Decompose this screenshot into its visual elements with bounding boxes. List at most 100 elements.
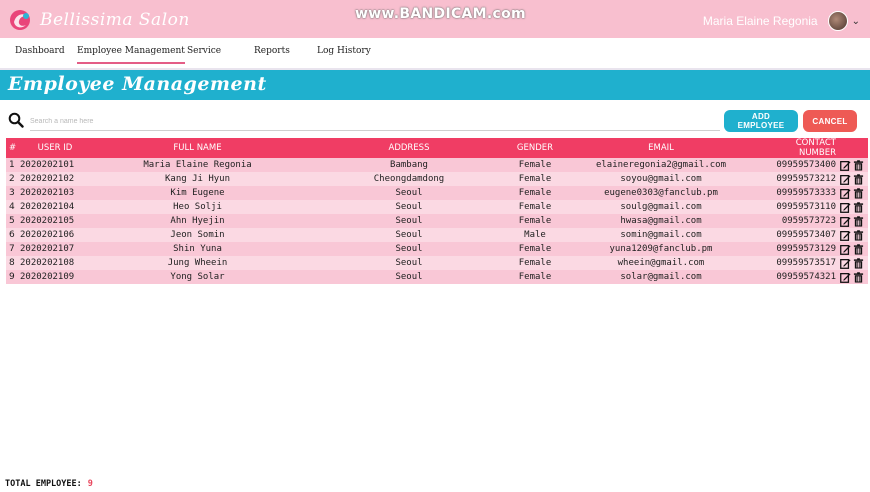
trash-icon[interactable] <box>853 229 864 241</box>
column-header-user-id: USER ID <box>37 143 73 153</box>
cell-user-id: 2020202101 <box>20 160 75 170</box>
search-bar <box>8 110 720 132</box>
search-icon <box>8 112 24 128</box>
top-bar: Bellissima Salon www.BANDICAM.com Maria … <box>0 0 870 38</box>
cell-address: Cheongdamdong <box>373 174 445 184</box>
cell-address: Seoul <box>395 272 423 282</box>
row-actions <box>838 186 868 200</box>
cell-full-name: Yong Solar <box>170 272 225 282</box>
cell-contact: 09959573110 <box>776 202 836 212</box>
column-header-actions <box>838 138 868 158</box>
cell-gender: Female <box>518 216 552 226</box>
edit-icon[interactable] <box>840 160 851 171</box>
employee-table: # USER ID FULL NAME ADDRESS GENDER EMAIL… <box>6 138 868 284</box>
cell-contact: 09959573407 <box>776 230 836 240</box>
cell-num: 3 <box>9 188 15 198</box>
table-row[interactable]: 3 2020202103 Kim Eugene Seoul Female eugene03… <box>6 186 868 200</box>
cell-email: soyou@gmail.com <box>620 174 702 184</box>
trash-icon[interactable] <box>853 243 864 255</box>
trash-icon[interactable] <box>853 271 864 283</box>
trash-icon[interactable] <box>853 187 864 199</box>
cell-full-name: Jeon Somin <box>170 230 225 240</box>
row-actions <box>838 270 868 284</box>
table-row[interactable]: 7 2020202107 Shin Yuna Seoul Female yuna1209@… <box>6 242 868 256</box>
edit-icon[interactable] <box>840 202 851 213</box>
row-actions <box>838 214 868 228</box>
tab-log-history[interactable]: Log History <box>317 46 371 56</box>
cancel-button[interactable]: CANCEL <box>803 110 857 132</box>
tab-reports[interactable]: Reports <box>254 46 290 56</box>
tab-service[interactable]: Service <box>187 46 221 56</box>
column-header-full-name: FULL NAME <box>173 143 222 153</box>
add-employee-button[interactable]: ADD EMPLOYEE <box>724 110 798 132</box>
row-actions <box>838 242 868 256</box>
cell-gender: Female <box>518 160 552 170</box>
cell-contact: 09959574321 <box>776 272 836 282</box>
trash-icon[interactable] <box>853 215 864 227</box>
cell-user-id: 2020202105 <box>20 216 75 226</box>
avatar[interactable] <box>827 11 848 31</box>
table-row[interactable]: 5 2020202105 Ahn Hyejin Seoul Female hwasa@gm… <box>6 214 868 228</box>
cell-gender: Female <box>518 244 552 254</box>
total-employee-label: TOTAL EMPLOYEE: <box>5 479 82 489</box>
cell-email: somin@gmail.com <box>620 230 702 240</box>
cell-address: Seoul <box>395 258 423 268</box>
cell-gender: Female <box>518 258 552 268</box>
table-row[interactable]: 1 2020202101 Maria Elaine Regonia Bambang Fe… <box>6 158 868 172</box>
trash-icon[interactable] <box>853 159 864 171</box>
cell-full-name: Kim Eugene <box>170 188 225 198</box>
cell-num: 1 <box>9 160 15 170</box>
cell-email: eugene0303@fanclub.pm <box>604 188 718 198</box>
edit-icon[interactable] <box>840 216 851 227</box>
cell-user-id: 2020202107 <box>20 244 75 254</box>
cell-gender: Female <box>518 188 552 198</box>
cell-contact: 09959573333 <box>776 188 836 198</box>
user-menu[interactable]: Maria Elaine Regonia ⌄ <box>703 11 860 31</box>
edit-icon[interactable] <box>840 272 851 283</box>
cell-email: elaineregonia2@gmail.com <box>595 160 727 170</box>
table-row[interactable]: 6 2020202106 Jeon Somin Seoul Male somin@gmai… <box>6 228 868 242</box>
cell-full-name: Maria Elaine Regonia <box>143 160 252 170</box>
search-input[interactable] <box>30 112 720 131</box>
edit-icon[interactable] <box>840 244 851 255</box>
trash-icon[interactable] <box>853 257 864 269</box>
cell-gender: Male <box>524 230 546 240</box>
cell-gender: Female <box>518 202 552 212</box>
cell-user-id: 2020202109 <box>20 272 75 282</box>
cell-num: 5 <box>9 216 15 226</box>
edit-icon[interactable] <box>840 188 851 199</box>
cell-full-name: Shin Yuna <box>173 244 222 254</box>
page-banner: Employee Management <box>0 70 870 100</box>
cell-contact: 09959573212 <box>776 174 836 184</box>
tab-dashboard[interactable]: Dashboard <box>15 46 65 56</box>
cell-address: Seoul <box>395 188 423 198</box>
table-row[interactable]: 8 2020202108 Jung Wheein Seoul Female wheein@… <box>6 256 868 270</box>
row-actions <box>838 200 868 214</box>
brand[interactable]: Bellissima Salon <box>8 7 190 33</box>
table-row[interactable]: 2 2020202102 Kang Ji Hyun Cheongdamdong Fema… <box>6 172 868 186</box>
cell-email: soulg@gmail.com <box>620 202 702 212</box>
table-row[interactable]: 4 2020202104 Heo Solji Seoul Female soulg@gma… <box>6 200 868 214</box>
edit-icon[interactable] <box>840 258 851 269</box>
cell-address: Seoul <box>395 202 423 212</box>
cell-contact: 09959573400 <box>776 160 836 170</box>
row-actions <box>838 228 868 242</box>
cell-address: Seoul <box>395 244 423 254</box>
cell-contact: 09959573129 <box>776 244 836 254</box>
cell-num: 2 <box>9 174 15 184</box>
trash-icon[interactable] <box>853 173 864 185</box>
table-row[interactable]: 9 2020202109 Yong Solar Seoul Female solar@gm… <box>6 270 868 284</box>
cell-user-id: 2020202104 <box>20 202 75 212</box>
edit-icon[interactable] <box>840 230 851 241</box>
cell-gender: Female <box>518 272 552 282</box>
cell-full-name: Jung Wheein <box>167 258 228 268</box>
cell-user-id: 2020202106 <box>20 230 75 240</box>
edit-icon[interactable] <box>840 174 851 185</box>
row-actions <box>838 172 868 186</box>
chevron-down-icon[interactable]: ⌄ <box>852 16 860 27</box>
tab-employee-management[interactable]: Employee Management <box>77 46 185 64</box>
table-header-row: # USER ID FULL NAME ADDRESS GENDER EMAIL… <box>6 138 868 158</box>
column-header-email: EMAIL <box>648 143 674 153</box>
trash-icon[interactable] <box>853 201 864 213</box>
cell-email: wheein@gmail.com <box>617 258 705 268</box>
